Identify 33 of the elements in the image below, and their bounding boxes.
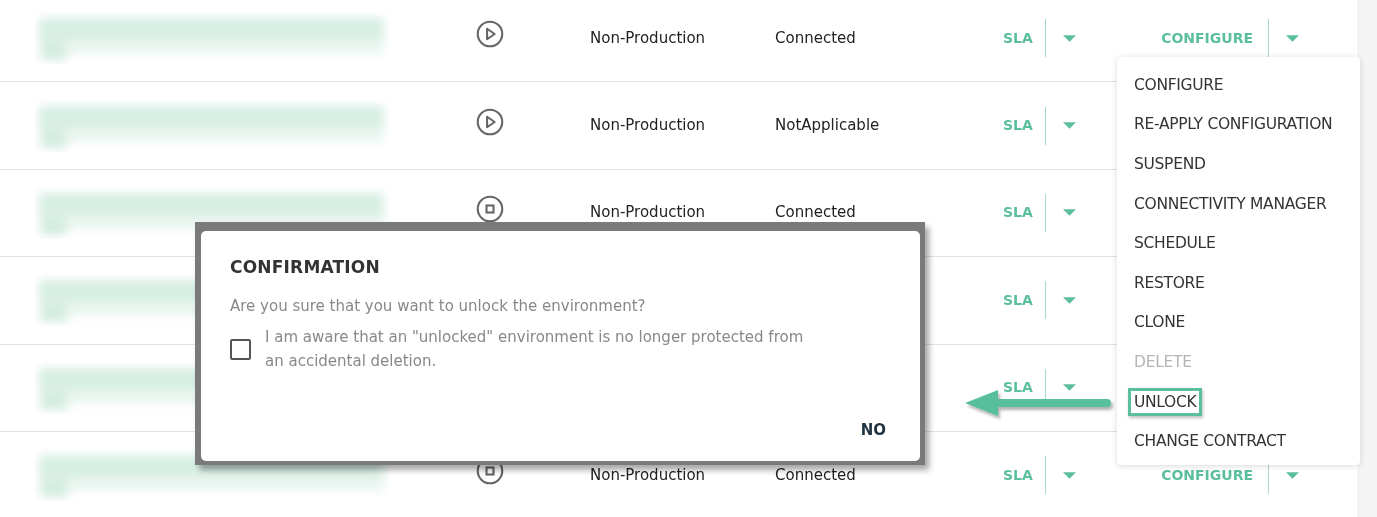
menu-item[interactable]: CLONE [1128,308,1191,337]
caret-icon[interactable] [1062,296,1076,304]
menu-item[interactable]: UNLOCK [1128,387,1203,416]
menu-item[interactable]: RE-APPLY CONFIGURATION [1128,110,1339,139]
environment-type: Non-Production [590,465,706,484]
dialog-title: CONFIRMATION [230,257,381,277]
connection-status: Connected [775,203,856,222]
environment-type: Non-Production [590,28,706,47]
menu-item[interactable]: CONNECTIVITY MANAGER [1128,189,1333,218]
connection-status: Connected [775,28,856,47]
menu-item[interactable]: CONFIGURE [1128,70,1230,99]
caret-icon[interactable] [1285,471,1299,479]
stop-icon[interactable] [476,194,504,223]
menu-item[interactable]: RESTORE [1128,268,1211,297]
caret-icon[interactable] [1062,471,1076,479]
environment-type: Non-Production [590,203,706,222]
caret-icon[interactable] [1062,384,1076,392]
environment-type: Non-Production [590,116,706,135]
menu-item[interactable]: SUSPEND [1128,150,1212,178]
caret-icon[interactable] [1062,122,1076,130]
caret-icon[interactable] [1062,209,1076,217]
checkbox-label: I am aware that an "unlocked" environment is no longer protected from an accidental deletion. [265,327,805,372]
no-button[interactable]: NO [852,417,894,443]
connection-status: NotApplicable [775,116,880,135]
play-icon[interactable] [476,20,504,49]
caret-icon[interactable] [1062,34,1076,42]
menu-item[interactable]: SCHEDULE [1128,229,1222,258]
play-icon[interactable] [476,107,504,136]
checkbox[interactable] [230,338,251,360]
menu-item[interactable]: CHANGE CONTRACT [1128,427,1292,456]
caret-icon[interactable] [1285,34,1299,42]
dialog-message: Are you sure that you want to unlock the environment? [230,297,647,315]
connection-status: Connected [775,465,856,484]
